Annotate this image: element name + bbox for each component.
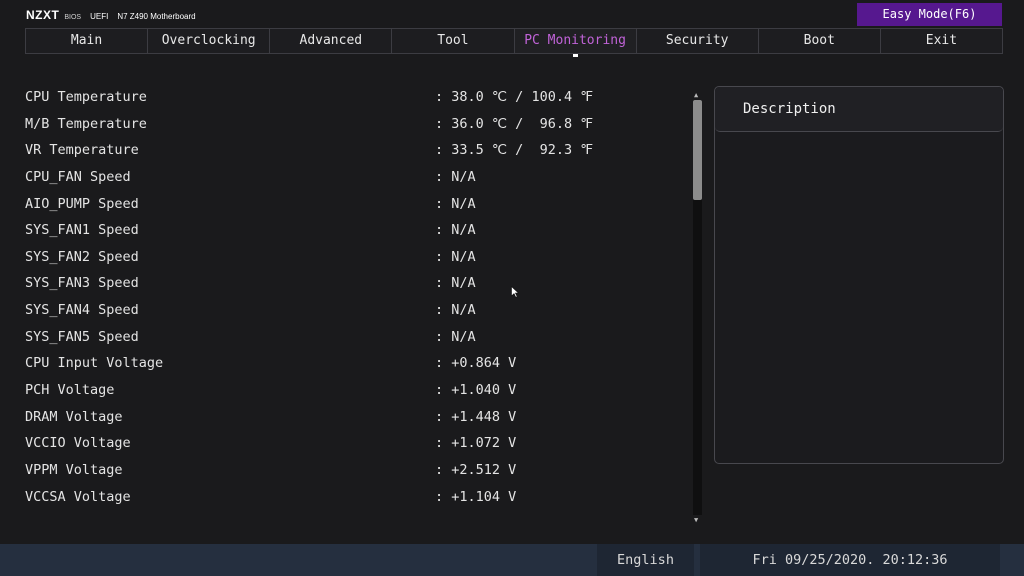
- monitor-row-vr-temperature[interactable]: VR Temperature : 33.5 ℃ / 92.3 ℉: [25, 137, 665, 164]
- monitor-row-aio-pump-speed[interactable]: AIO_PUMP Speed : N/A: [25, 191, 665, 218]
- monitor-row-sys-fan2-speed[interactable]: SYS_FAN2 Speed : N/A: [25, 244, 665, 271]
- monitor-label: CPU_FAN Speed: [25, 168, 131, 185]
- monitor-label: CPU Temperature: [25, 89, 147, 105]
- monitor-label: SYS_FAN4 Speed: [25, 302, 139, 319]
- monitor-label: DRAM Voltage: [25, 408, 123, 425]
- top-bar: NZXT BIOS UEFI N7 Z490 Motherboard Easy …: [0, 0, 1024, 28]
- tab-security[interactable]: Security: [636, 28, 759, 54]
- board-name: N7 Z490 Motherboard: [117, 12, 196, 21]
- monitor-label: CPU Input Voltage: [25, 355, 164, 372]
- nzxt-logo: NZXT: [26, 8, 60, 22]
- tab-pc-monitoring[interactable]: PC Monitoring: [514, 28, 637, 57]
- tab-advanced[interactable]: Advanced: [270, 28, 393, 54]
- monitoring-scrollbar[interactable]: ▲ ▼: [692, 92, 703, 524]
- uefi-label: UEFI: [90, 12, 109, 21]
- monitor-value: : 33.5 ℃ / 92.3 ℉: [435, 142, 594, 159]
- monitor-row-mb-temperature[interactable]: M/B Temperature : 36.0 ℃ / 96.8 ℉: [25, 111, 665, 138]
- monitor-value: : N/A: [435, 248, 476, 265]
- monitor-row-sys-fan4-speed[interactable]: SYS_FAN4 Speed : N/A: [25, 297, 665, 324]
- brand: NZXT BIOS UEFI N7 Z490 Motherboard: [26, 8, 196, 22]
- monitor-value: : +1.072 V: [435, 435, 517, 452]
- monitor-value: : +2.512 V: [435, 461, 517, 478]
- monitor-label: SYS_FAN3 Speed: [25, 275, 139, 292]
- monitor-value: : N/A: [435, 168, 476, 185]
- date-time[interactable]: Fri 09/25/2020. 20:12:36: [700, 544, 1000, 576]
- bios-label: BIOS: [64, 14, 82, 21]
- monitor-row-cpu-temperature[interactable]: CPU Temperature : 38.0 ℃ / 100.4 ℉: [25, 84, 665, 111]
- monitor-row-vccio-voltage[interactable]: VCCIO Voltage : +1.072 V: [25, 430, 665, 457]
- description-panel: Description: [714, 86, 1004, 464]
- monitor-label: VCCSA Voltage: [25, 488, 131, 505]
- monitor-row-cpu-fan-speed[interactable]: CPU_FAN Speed : N/A: [25, 164, 665, 191]
- monitor-value: : +1.104 V: [435, 488, 517, 505]
- mouse-pointer-icon: [511, 286, 519, 298]
- monitor-row-pch-voltage[interactable]: PCH Voltage : +1.040 V: [25, 377, 665, 404]
- tab-boot[interactable]: Boot: [758, 28, 881, 54]
- tab-main[interactable]: Main: [25, 28, 149, 54]
- monitor-row-dram-voltage[interactable]: DRAM Voltage : +1.448 V: [25, 404, 665, 431]
- monitor-row-sys-fan3-speed[interactable]: SYS_FAN3 Speed : N/A: [25, 270, 665, 297]
- tab-overclocking[interactable]: Overclocking: [148, 28, 271, 54]
- monitor-value: : N/A: [435, 328, 476, 345]
- monitor-label: SYS_FAN1 Speed: [25, 222, 139, 239]
- scrollbar-thumb[interactable]: [693, 100, 702, 200]
- monitor-label: VPPM Voltage: [25, 461, 123, 478]
- monitor-label: AIO_PUMP Speed: [25, 195, 139, 212]
- monitor-label: M/B Temperature: [25, 115, 147, 132]
- monitor-row-vccsa-voltage[interactable]: VCCSA Voltage : +1.104 V: [25, 484, 665, 511]
- easy-mode-button[interactable]: Easy Mode(F6): [857, 3, 1002, 26]
- monitor-row-sys-fan1-speed[interactable]: SYS_FAN1 Speed : N/A: [25, 217, 665, 244]
- language-selector[interactable]: English: [597, 544, 694, 576]
- monitor-label: PCH Voltage: [25, 382, 115, 399]
- scroll-down-arrow-icon[interactable]: ▼: [694, 517, 698, 524]
- monitor-value: : N/A: [435, 275, 476, 292]
- main-tabs: Main Overclocking Advanced Tool PC Monit…: [25, 28, 1003, 57]
- monitor-value: : +0.864 V: [435, 355, 517, 372]
- monitor-value: : 36.0 ℃ / 96.8 ℉: [435, 115, 594, 132]
- monitor-value: : N/A: [435, 222, 476, 239]
- monitor-value: : N/A: [435, 302, 476, 319]
- monitoring-list: CPU Temperature : 38.0 ℃ / 100.4 ℉ M/B Te…: [25, 84, 665, 510]
- monitor-row-cpu-input-voltage[interactable]: CPU Input Voltage : +0.864 V: [25, 350, 665, 377]
- monitor-row-sys-fan5-speed[interactable]: SYS_FAN5 Speed : N/A: [25, 324, 665, 351]
- monitor-value: : +1.448 V: [435, 408, 517, 425]
- scroll-up-arrow-icon[interactable]: ▲: [694, 92, 698, 99]
- monitor-label: SYS_FAN2 Speed: [25, 248, 139, 265]
- tab-tool[interactable]: Tool: [392, 28, 515, 54]
- monitor-label: SYS_FAN5 Speed: [25, 328, 139, 345]
- monitor-value: : +1.040 V: [435, 382, 517, 399]
- monitor-label: VR Temperature: [25, 142, 139, 159]
- monitor-value: : N/A: [435, 195, 476, 212]
- tab-exit[interactable]: Exit: [880, 28, 1003, 54]
- monitor-value: : 38.0 ℃ / 100.4 ℉: [435, 89, 594, 105]
- description-title: Description: [715, 87, 1003, 132]
- status-bar: English Fri 09/25/2020. 20:12:36: [0, 544, 1024, 576]
- monitor-row-vppm-voltage[interactable]: VPPM Voltage : +2.512 V: [25, 457, 665, 484]
- monitor-label: VCCIO Voltage: [25, 435, 131, 452]
